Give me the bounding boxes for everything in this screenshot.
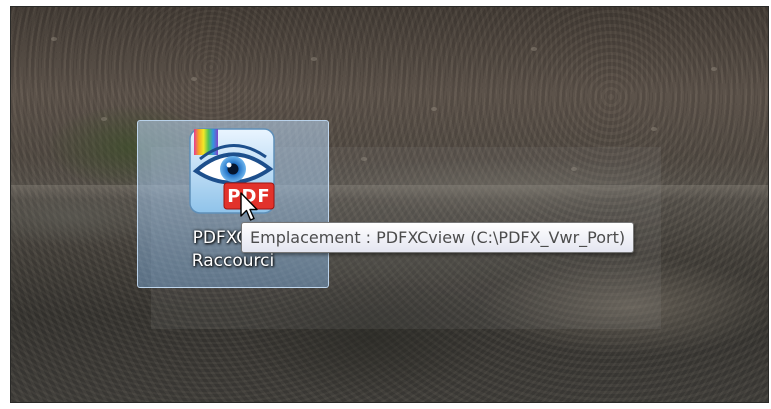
location-tooltip: Emplacement : PDFXCview (C:\PDFX_Vwr_Por… <box>241 222 635 253</box>
shortcut-label-line2: Raccourci <box>191 251 275 271</box>
wallpaper-speck <box>651 127 657 131</box>
wallpaper-speck <box>51 37 57 41</box>
wallpaper-speck <box>191 77 197 81</box>
wallpaper-speck <box>711 67 717 71</box>
wallpaper-speck <box>431 107 437 111</box>
arrow-pointer-icon <box>239 192 259 222</box>
wallpaper-speck <box>531 47 537 51</box>
pdfxchange-viewer-icon: PDF <box>186 125 278 217</box>
screenshot-frame: PDF PDFXCvie Raccourci Emplacement : PDF… <box>0 0 771 409</box>
desktop-background[interactable] <box>10 6 769 403</box>
wallpaper-speck <box>101 117 107 121</box>
desktop-shortcut-pdfxcview[interactable]: PDF PDFXCvie Raccourci <box>137 120 329 288</box>
wallpaper-speck <box>311 57 317 61</box>
